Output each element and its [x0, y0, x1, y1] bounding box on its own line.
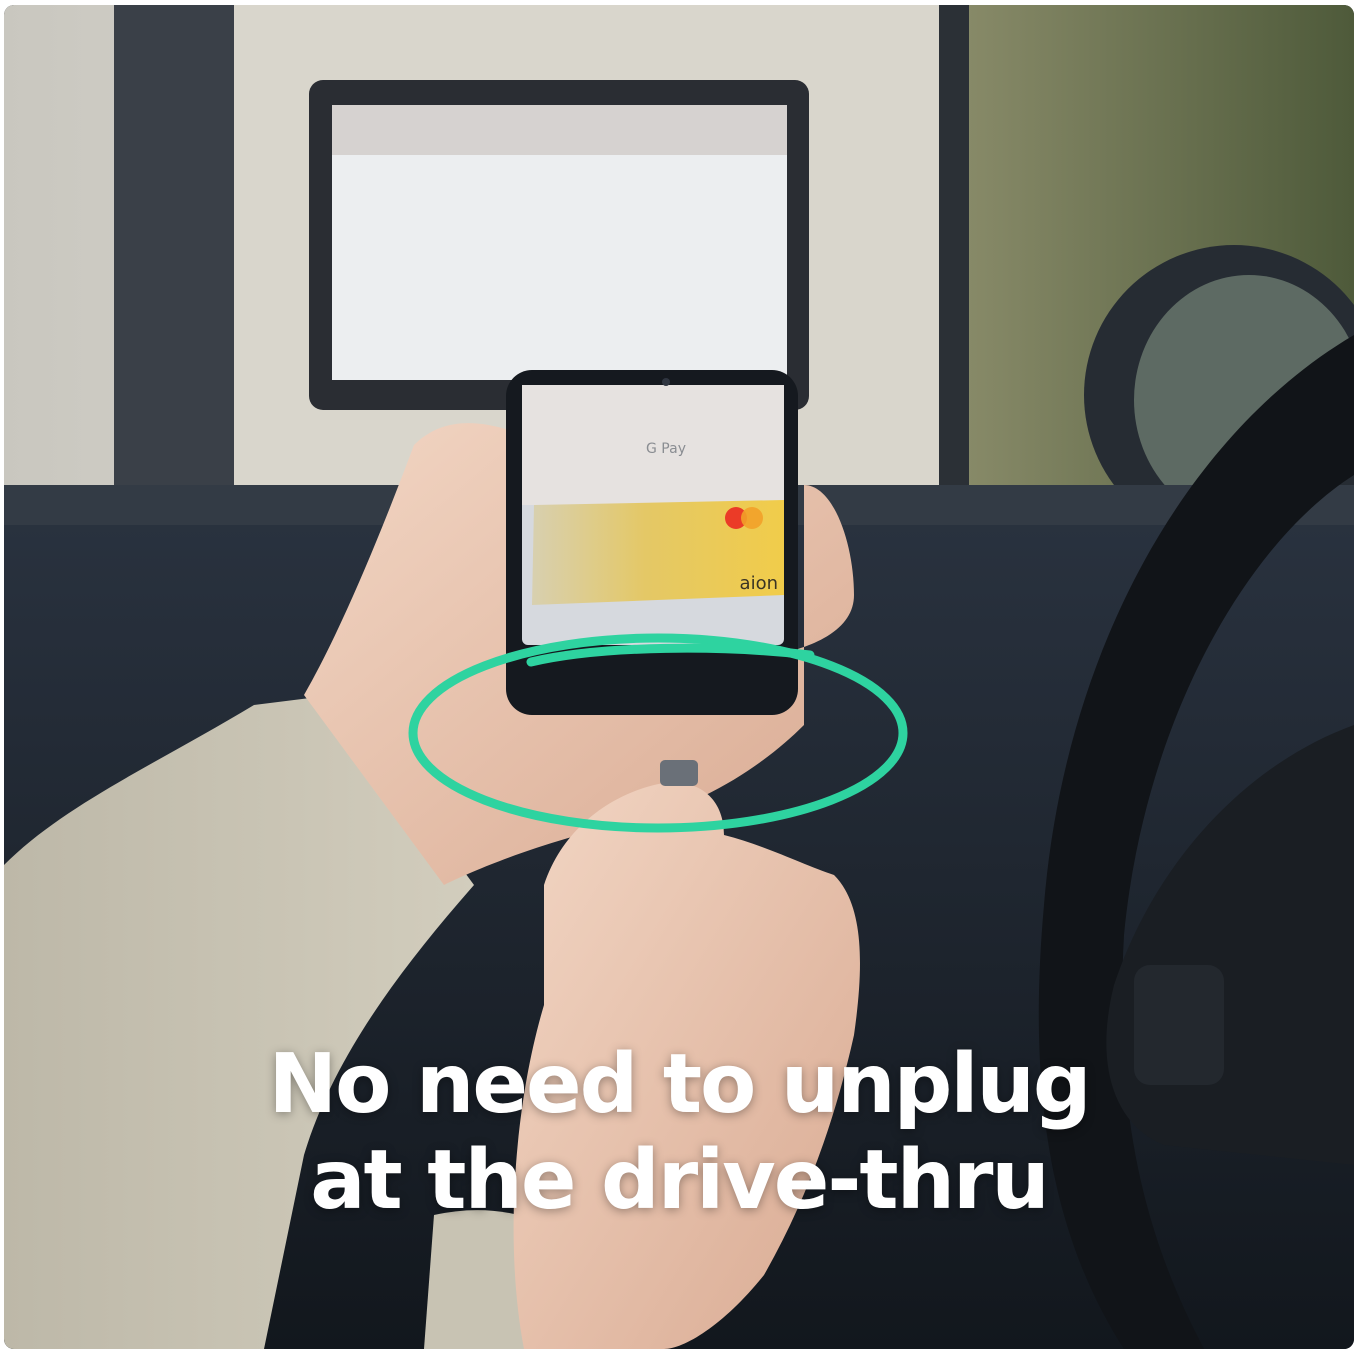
product-image: G Pay aion No need to unplug at the driv… — [4, 5, 1354, 1349]
headline-line-2: at the drive-thru — [310, 1133, 1050, 1228]
kiosk-screen-header — [332, 105, 787, 155]
usb-c-plug — [660, 760, 698, 786]
smartphone: G Pay aion — [506, 370, 798, 715]
card-brand: aion — [740, 573, 778, 594]
kiosk-frame — [939, 5, 969, 525]
wallet-label: G Pay — [646, 441, 686, 457]
headline-line-1: No need to unplug — [268, 1037, 1091, 1132]
headline: No need to unplug at the drive-thru — [4, 1037, 1354, 1229]
window-pillar — [114, 5, 234, 485]
